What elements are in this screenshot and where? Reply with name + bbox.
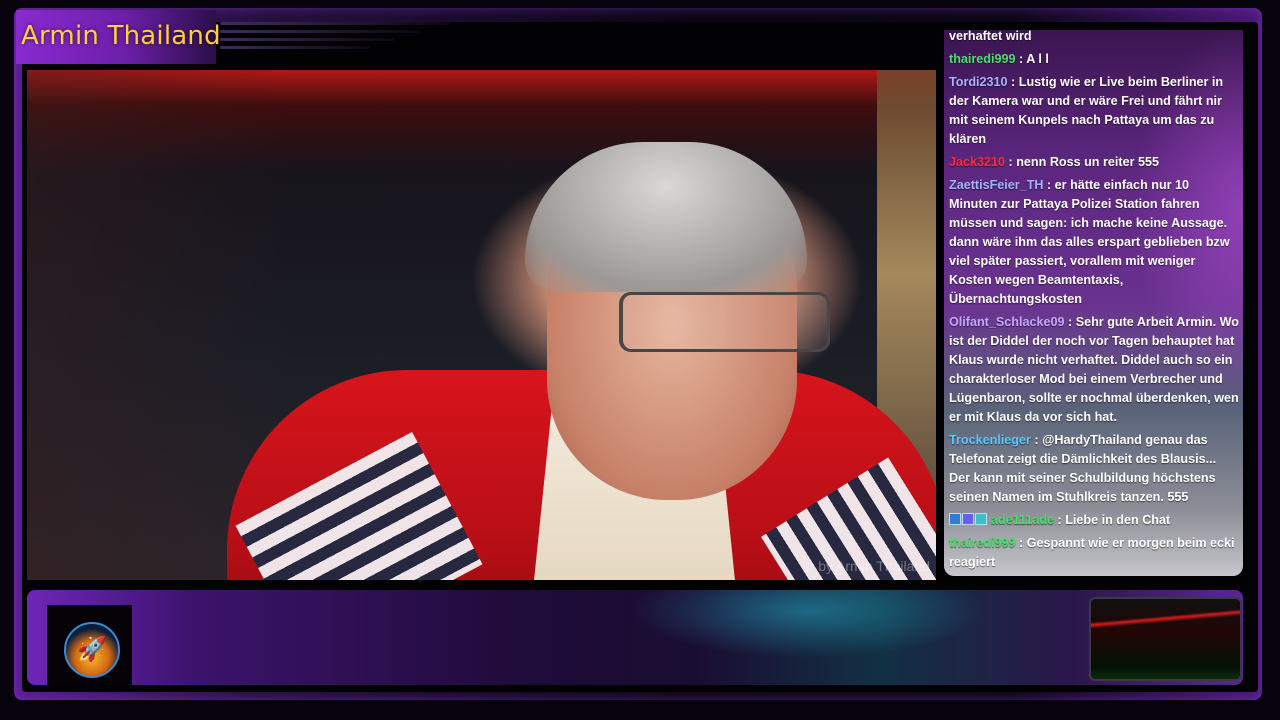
chat-overlay: BlaueKlausTV : Armin kannst du mal das G… (944, 30, 1243, 576)
stream-title: Armin Thailand (21, 21, 221, 51)
chat-message: BlaueKlausTV : Armin kannst du mal das G… (949, 30, 1239, 46)
rocket-logo-icon: 🚀 (64, 622, 120, 678)
chat-message: ZaettisFeier_TH : er hätte einfach nur 1… (949, 176, 1239, 309)
badge-icon (949, 513, 961, 525)
chat-message: ade111ade : Liebe in den Chat (949, 511, 1239, 530)
chat-username[interactable]: thairedi999 (949, 536, 1016, 550)
chat-username[interactable]: Olifant_Schlacke09 (949, 315, 1065, 329)
chat-text: : Sehr gute Arbeit Armin. Wo ist der Did… (949, 315, 1239, 424)
chat-username[interactable]: ZaettisFeier_TH (949, 178, 1043, 192)
bottom-bar (27, 590, 1243, 685)
chat-message: Tordi2310 : Lustig wie er Live beim Berl… (949, 73, 1239, 149)
video-watermark: © by Armin Thailand (803, 558, 930, 574)
chat-message: Trockenlieger : @HardyThailand genau das… (949, 431, 1239, 507)
chat-message: Olifant_Schlacke09 : Sehr gute Arbeit Ar… (949, 313, 1239, 427)
chat-text: : er hätte einfach nur 10 Minuten zur Pa… (949, 178, 1230, 306)
title-deco-lines (220, 22, 450, 54)
chat-username[interactable]: ade111ade (991, 513, 1054, 527)
chat-username[interactable]: Jack3210 (949, 155, 1005, 169)
badge-icon (975, 513, 987, 525)
chat-username[interactable]: thairedi999 (949, 52, 1016, 66)
chat-message: thairedi999 : A l l (949, 50, 1239, 69)
user-badges (949, 511, 988, 530)
secondary-camera-preview (1089, 597, 1242, 681)
chat-text: : A l l (1015, 52, 1049, 66)
chat-username[interactable]: Trockenlieger (949, 433, 1031, 447)
chat-message-list: BlaueKlausTV : Armin kannst du mal das G… (949, 30, 1239, 572)
badge-icon (962, 513, 974, 525)
chat-username[interactable]: Tordi2310 (949, 75, 1008, 89)
glasses (619, 292, 830, 352)
chat-message: Jack3210 : nenn Ross un reiter 555 (949, 153, 1239, 172)
webcam-video: © by Armin Thailand (27, 70, 936, 580)
chat-text: : Liebe in den Chat (1054, 513, 1171, 527)
chat-text: : nenn Ross un reiter 555 (1005, 155, 1160, 169)
chat-message: thairedi999 : Gespannt wie er morgen bei… (949, 534, 1239, 572)
chat-text: : Armin kannst du mal das Gefühl beschre… (949, 30, 1032, 43)
